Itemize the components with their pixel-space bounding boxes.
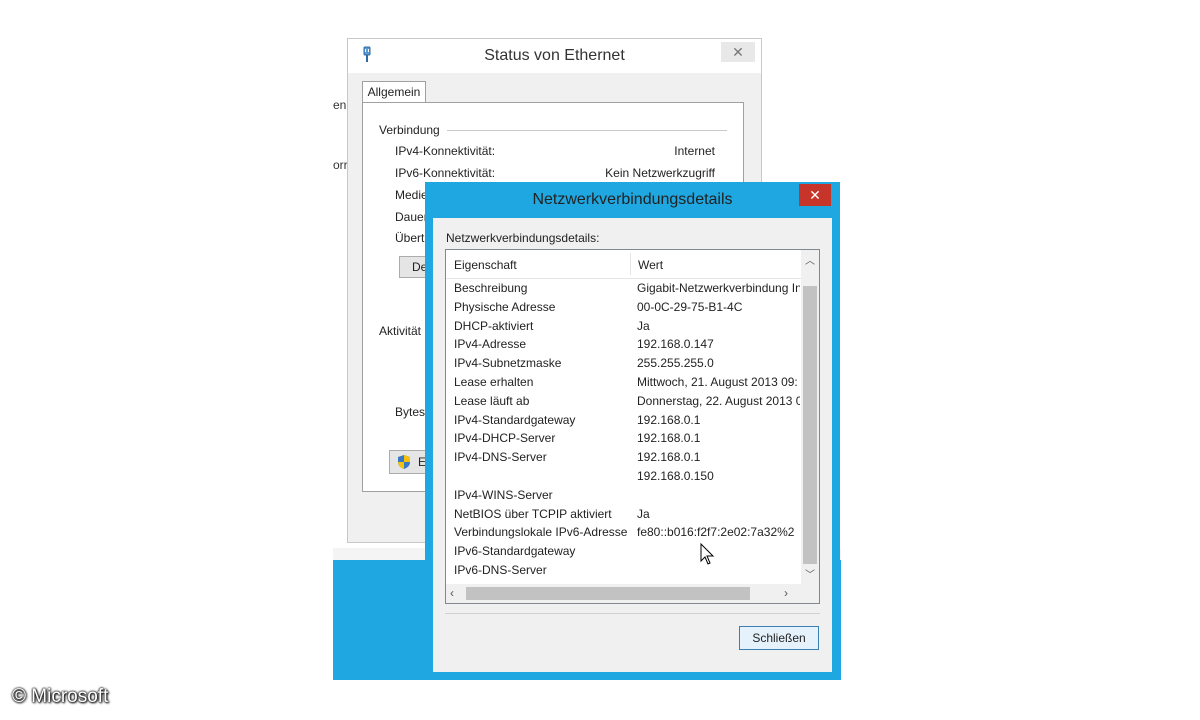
group-divider xyxy=(447,130,727,131)
ipv4-connectivity-value: Internet xyxy=(674,144,715,158)
background-edge-text: orr xyxy=(333,158,348,172)
row-property: Lease erhalten xyxy=(454,375,534,389)
list-header: Eigenschaft Wert xyxy=(446,250,801,279)
row-value: 192.168.0.150 xyxy=(637,469,714,483)
row-property: Lease läuft ab xyxy=(454,394,530,408)
row-value: Mittwoch, 21. August 2013 09: xyxy=(637,375,798,389)
row-value: 192.168.0.1 xyxy=(637,413,701,427)
copyright-notice: © Microsoft xyxy=(12,686,109,707)
ipv6-connectivity-value: Kein Netzwerkzugriff xyxy=(605,166,715,180)
row-property: IPv4-DNS-Server xyxy=(454,450,547,464)
speed-label: Übert xyxy=(395,231,425,245)
ipv4-connectivity-label: IPv4-Konnektivität: xyxy=(395,144,496,158)
horizontal-scroll-thumb[interactable] xyxy=(466,587,750,600)
row-property: IPv6-DNS-Server xyxy=(454,563,547,577)
duration-label: Dauer xyxy=(395,210,428,224)
row-property: IPv4-Standardgateway xyxy=(454,413,576,427)
close-icon: ✕ xyxy=(809,187,821,203)
row-property: Physische Adresse xyxy=(454,300,556,314)
scrollbar-corner xyxy=(801,584,819,603)
details-list[interactable]: Eigenschaft Wert Beschreibung Gigabit-Net… xyxy=(445,249,820,604)
vertical-scrollbar[interactable]: ︿ ﹀ xyxy=(801,250,819,584)
row-value: Gigabit-Netzwerkverbindung In xyxy=(637,281,800,295)
ipv6-connectivity-label: IPv6-Konnektivität: xyxy=(395,166,496,180)
close-button[interactable]: ✕ xyxy=(799,184,831,206)
uac-shield-icon xyxy=(398,455,410,469)
details-group-label: Netzwerkverbindungsdetails: xyxy=(446,231,600,245)
row-property: IPv4-Adresse xyxy=(454,337,527,351)
row-value: 192.168.0.147 xyxy=(637,337,714,351)
row-property: IPv6-Standardgateway xyxy=(454,544,576,558)
row-property: DHCP-aktiviert xyxy=(454,319,534,333)
row-value: fe80::b016:f2f7:2e02:7a32%2 xyxy=(637,525,795,539)
window-title: Status von Ethernet xyxy=(484,47,625,64)
dialog-client-area: Netzwerkverbindungsdetails: Eigenschaft … xyxy=(433,218,832,672)
close-icon: ✕ xyxy=(732,44,744,60)
row-property: IPv4-Subnetzmaske xyxy=(454,356,562,370)
column-header-value[interactable]: Wert xyxy=(638,258,663,272)
row-property: IPv4-WINS-Server xyxy=(454,488,553,502)
row-property: Beschreibung xyxy=(454,281,528,295)
scroll-up-icon[interactable]: ︿ xyxy=(801,252,819,270)
vertical-scroll-thumb[interactable] xyxy=(803,286,817,564)
activity-group-label: Aktivität xyxy=(379,324,422,338)
row-property: Verbindungslokale IPv6-Adresse xyxy=(454,525,628,539)
dialog-separator xyxy=(445,613,820,614)
tab-allgemein[interactable]: Allgemein xyxy=(362,81,426,103)
row-value: 00-0C-29-75-B1-4C xyxy=(637,300,743,314)
row-value: 255.255.255.0 xyxy=(637,356,714,370)
bytes-label: Bytes xyxy=(395,405,426,419)
row-value: 192.168.0.1 xyxy=(637,431,701,445)
scroll-down-icon[interactable]: ﹀ xyxy=(801,566,819,584)
column-header-property[interactable]: Eigenschaft xyxy=(454,258,517,272)
column-separator[interactable] xyxy=(630,253,631,275)
mouse-pointer-icon xyxy=(700,543,715,565)
row-value: 192.168.0.1 xyxy=(637,450,701,464)
media-state-label: Medie xyxy=(395,188,428,202)
row-value: Ja xyxy=(637,319,650,333)
scroll-right-icon[interactable]: › xyxy=(784,586,788,600)
status-titlebar[interactable]: Status von Ethernet ✕ xyxy=(348,39,761,73)
scroll-left-icon[interactable]: ‹ xyxy=(450,586,454,600)
row-property: IPv4-DHCP-Server xyxy=(454,431,556,445)
row-property: NetBIOS über TCPIP aktiviert xyxy=(454,507,612,521)
row-value: Ja xyxy=(637,507,650,521)
schliessen-button[interactable]: Schließen xyxy=(739,626,819,650)
group-label-verbindung: Verbindung xyxy=(379,123,440,137)
horizontal-scrollbar[interactable]: ‹ › xyxy=(446,584,801,603)
network-details-dialog: Netzwerkverbindungsdetails ✕ Netzwerkver… xyxy=(425,182,840,680)
row-value: Donnerstag, 22. August 2013 0 xyxy=(637,394,800,408)
close-button[interactable]: ✕ xyxy=(721,42,755,62)
dialog-title: Netzwerkverbindungsdetails xyxy=(532,191,733,208)
